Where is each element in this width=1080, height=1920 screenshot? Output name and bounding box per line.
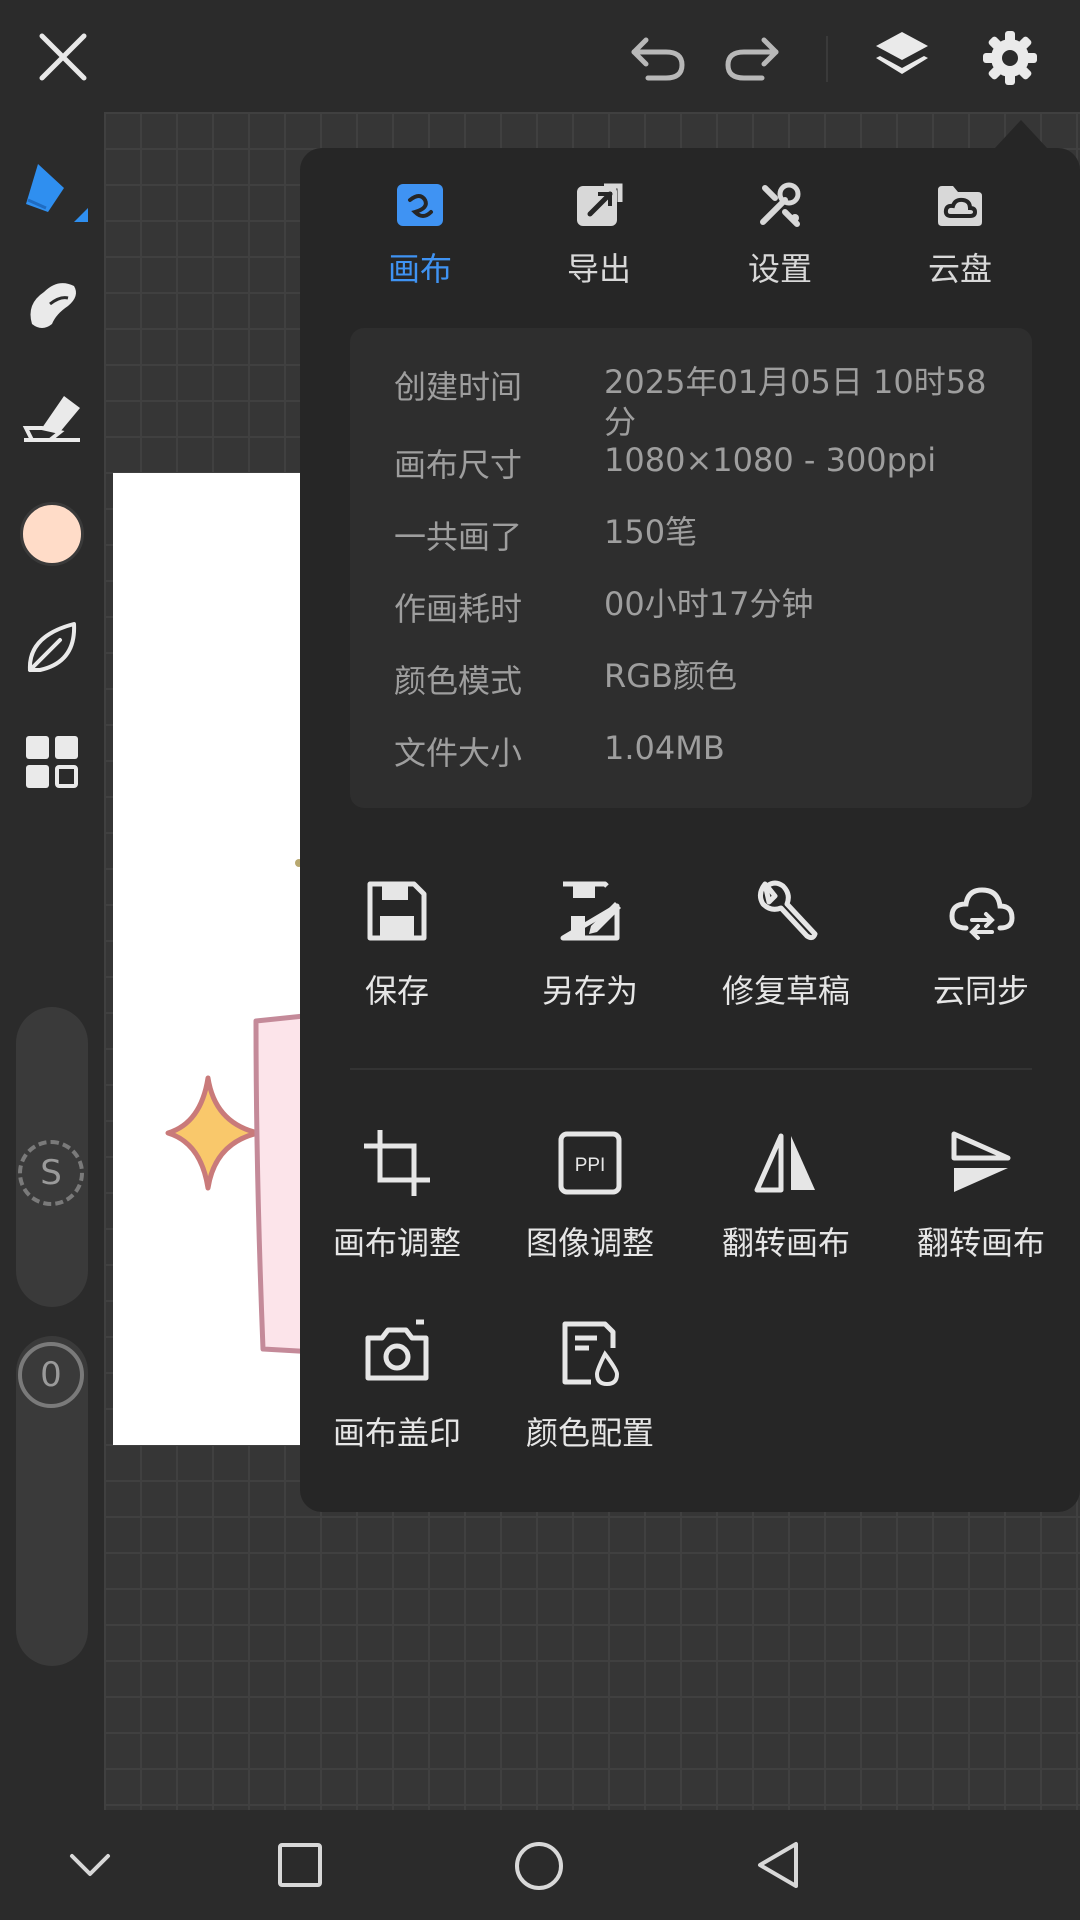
camera-icon xyxy=(362,1318,432,1388)
grid-icon[interactable] xyxy=(24,734,80,790)
color-profile-icon xyxy=(555,1318,625,1388)
left-tool-rail: S 0 xyxy=(0,112,104,1810)
canvas-adjust-label: 画布调整 xyxy=(332,1224,461,1262)
image-adjust-button[interactable]: PPI 图像调整 xyxy=(500,1128,680,1264)
canvas-info-card: 创建时间 2025年01月05日 10时58分 画布尺寸 1080×1080 -… xyxy=(350,328,1032,808)
color-profile-label: 颜色配置 xyxy=(525,1414,654,1452)
tools-icon xyxy=(755,180,805,230)
sparkle-shape xyxy=(165,1075,261,1191)
info-key: 作画耗时 xyxy=(394,590,523,628)
size-slider-handle[interactable]: S xyxy=(18,1140,84,1206)
save-as-icon xyxy=(555,876,625,946)
tab-export[interactable]: 导出 xyxy=(519,180,679,300)
opacity-slider[interactable]: 0 xyxy=(16,1336,88,1666)
flip-horizontal-icon xyxy=(751,1128,821,1198)
info-key: 文件大小 xyxy=(394,734,523,772)
color-swatch[interactable] xyxy=(20,502,84,566)
info-value: 1080×1080 - 300ppi xyxy=(604,441,937,479)
info-value: 150笔 xyxy=(604,513,698,551)
chevron-down-icon[interactable] xyxy=(68,1850,112,1880)
tab-canvas[interactable]: 画布 xyxy=(340,180,500,300)
info-key: 一共画了 xyxy=(394,518,523,556)
cloud-sync-icon xyxy=(946,876,1016,946)
smudge-icon[interactable] xyxy=(22,274,82,332)
export-icon xyxy=(574,180,624,230)
canvas-adjust-button[interactable]: 画布调整 xyxy=(307,1128,487,1264)
panel-pointer xyxy=(995,120,1047,148)
flip-horizontal-button[interactable]: 翻转画布 xyxy=(696,1128,876,1264)
undo-icon[interactable] xyxy=(626,32,688,82)
info-value: 1.04MB xyxy=(604,729,725,767)
gear-icon[interactable] xyxy=(980,28,1040,88)
save-as-button[interactable]: 另存为 xyxy=(500,876,680,1012)
pen-icon[interactable] xyxy=(18,160,90,226)
flip-vertical-button[interactable]: 翻转画布 xyxy=(891,1128,1071,1264)
close-icon[interactable] xyxy=(36,30,90,84)
redo-icon[interactable] xyxy=(722,32,784,82)
tab-settings-label: 设置 xyxy=(747,250,812,288)
top-toolbar xyxy=(0,0,1080,112)
leaf-icon[interactable] xyxy=(22,618,82,678)
image-adjust-label: 图像调整 xyxy=(525,1224,654,1262)
brush-size-slider[interactable]: S xyxy=(16,1007,88,1307)
repair-draft-button[interactable]: 修复草稿 xyxy=(696,876,876,1012)
info-value: 2025年01月05日 10时58分 xyxy=(604,363,987,441)
circle-icon[interactable] xyxy=(513,1840,565,1892)
wrench-icon xyxy=(751,876,821,946)
system-nav-bar xyxy=(0,1810,1080,1920)
canvas-stamp-button[interactable]: 画布盖印 xyxy=(307,1318,487,1454)
triangle-back-icon[interactable] xyxy=(754,1840,802,1890)
eraser-icon[interactable] xyxy=(20,388,84,444)
square-icon[interactable] xyxy=(277,1842,323,1888)
flip-horizontal-label: 翻转画布 xyxy=(721,1224,850,1262)
canvas-tab-icon xyxy=(395,180,445,230)
info-key: 颜色模式 xyxy=(394,662,523,700)
cloud-sync-label: 云同步 xyxy=(932,972,1029,1010)
save-as-label: 另存为 xyxy=(541,972,638,1010)
info-value: RGB颜色 xyxy=(604,657,737,695)
tab-canvas-label: 画布 xyxy=(387,250,452,288)
tab-export-label: 导出 xyxy=(566,250,631,288)
flip-vertical-icon xyxy=(946,1128,1016,1198)
cloud-sync-button[interactable]: 云同步 xyxy=(891,876,1071,1012)
flip-vertical-label: 翻转画布 xyxy=(916,1224,1045,1262)
actions-divider xyxy=(350,1068,1032,1070)
canvas-stamp-label: 画布盖印 xyxy=(332,1414,461,1452)
color-profile-button[interactable]: 颜色配置 xyxy=(500,1318,680,1454)
ppi-icon: PPI xyxy=(555,1128,625,1198)
toolbar-divider xyxy=(826,36,828,82)
info-key: 创建时间 xyxy=(394,368,523,406)
info-key: 画布尺寸 xyxy=(394,446,523,484)
tab-cloud[interactable]: 云盘 xyxy=(880,180,1040,300)
info-value: 00小时17分钟 xyxy=(604,585,814,623)
save-label: 保存 xyxy=(364,972,429,1010)
cloud-folder-icon xyxy=(935,180,985,230)
tab-settings[interactable]: 设置 xyxy=(700,180,860,300)
save-icon xyxy=(362,876,432,946)
opacity-slider-handle[interactable]: 0 xyxy=(18,1342,84,1408)
ppi-badge: PPI xyxy=(575,1155,606,1176)
tab-cloud-label: 云盘 xyxy=(927,250,992,288)
layers-icon[interactable] xyxy=(872,28,932,86)
save-button[interactable]: 保存 xyxy=(307,876,487,1012)
repair-draft-label: 修复草稿 xyxy=(721,972,850,1010)
crop-icon xyxy=(362,1128,432,1198)
